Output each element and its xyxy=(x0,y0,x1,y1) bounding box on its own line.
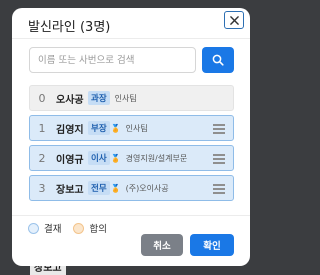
search-button[interactable] xyxy=(202,47,234,73)
confirm-button[interactable]: 확인 xyxy=(190,234,234,256)
list-item[interactable]: 2 이영규 이사 🏅 경영지원/설계부문 xyxy=(29,145,234,171)
approve-legend-label: 결재 xyxy=(44,224,62,235)
drag-handle-icon[interactable] xyxy=(213,184,225,196)
rank-badge: 부장 xyxy=(88,121,110,135)
search-icon xyxy=(212,54,224,66)
drag-handle-icon[interactable] xyxy=(213,124,225,136)
header-divider xyxy=(12,38,250,39)
medal-icon: 🏅 xyxy=(110,153,121,163)
medal-icon: 🏅 xyxy=(110,123,121,133)
agree-legend-label: 합의 xyxy=(89,224,107,235)
line-order: 0 xyxy=(38,91,46,105)
approval-line-dialog: 발신라인 (3명) 0 오사공 과장 인사팀 1 김영지 부장 🏅 인사팀 xyxy=(12,8,250,266)
cancel-button[interactable]: 취소 xyxy=(141,234,183,256)
close-icon xyxy=(229,15,239,25)
medal-icon: 🏅 xyxy=(110,183,121,193)
footer-divider xyxy=(12,215,250,216)
line-name: 장보고 xyxy=(56,184,84,196)
rank-badge: 전무 xyxy=(88,181,110,195)
line-order: 2 xyxy=(38,151,46,165)
search-row xyxy=(29,47,234,73)
rank-badge: 과장 xyxy=(88,91,110,105)
line-name: 오사공 xyxy=(56,94,84,106)
list-item: 0 오사공 과장 인사팀 xyxy=(29,85,234,111)
line-dept: 인사팀 xyxy=(125,123,148,133)
line-order: 1 xyxy=(38,121,46,135)
approve-legend-dot xyxy=(28,222,39,234)
agree-legend-dot xyxy=(73,222,85,234)
dialog-title: 발신라인 (3명) xyxy=(28,20,111,35)
rank-badge: 이사 xyxy=(88,151,110,165)
line-dept: 인사팀 xyxy=(114,93,137,103)
list-item[interactable]: 3 장보고 전무 🏅 (주)오이사공 xyxy=(29,175,234,201)
legend: 결재 합의 xyxy=(28,221,107,235)
drag-handle-icon[interactable] xyxy=(213,154,225,166)
close-button[interactable] xyxy=(224,11,244,29)
approval-line-list: 0 오사공 과장 인사팀 1 김영지 부장 🏅 인사팀 2 이영규 이사 🏅 경… xyxy=(29,85,234,205)
line-name: 김영지 xyxy=(56,124,84,136)
list-item[interactable]: 1 김영지 부장 🏅 인사팀 xyxy=(29,115,234,141)
line-order: 3 xyxy=(38,181,46,195)
line-name: 이영규 xyxy=(56,154,84,166)
search-input[interactable] xyxy=(29,47,196,73)
line-dept: 경영지원/설계부문 xyxy=(125,153,188,163)
line-dept: (주)오이사공 xyxy=(125,183,169,193)
